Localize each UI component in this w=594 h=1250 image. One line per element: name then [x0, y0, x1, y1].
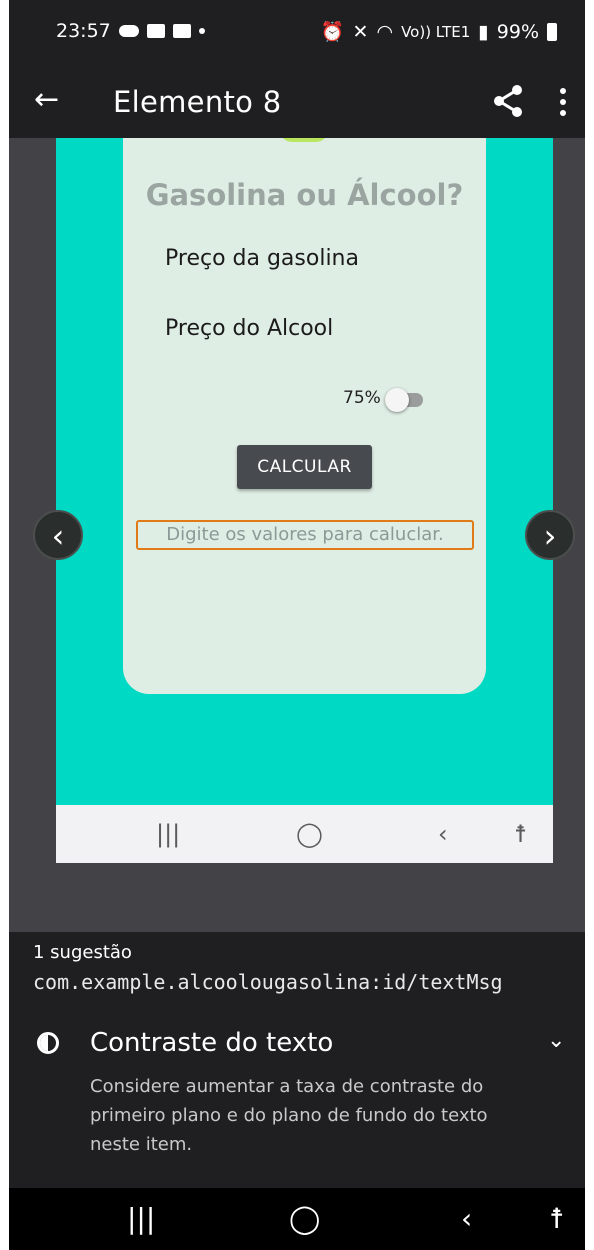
percent-label: 75%: [343, 388, 381, 408]
signal-icon: ▮: [478, 20, 489, 43]
chevron-left-icon[interactable]: ‹: [33, 510, 83, 560]
alarm-icon: ⏰: [320, 21, 345, 43]
percent-switch[interactable]: [385, 388, 425, 412]
resource-id: com.example.alcoolougasolina:id/textMsg: [33, 970, 503, 994]
gas-price-label: Preço da gasolina: [165, 246, 359, 271]
app-bar: ← Elemento 8: [9, 66, 585, 138]
youtube-icon: [172, 24, 191, 38]
highlighted-message[interactable]: Digite os valores para caluclar.: [136, 520, 474, 550]
back-icon: ‹: [438, 820, 448, 848]
share-icon[interactable]: [493, 84, 523, 118]
system-nav-bar: ||| ◯ ‹ ☨: [9, 1188, 585, 1250]
calculate-button[interactable]: CALCULAR: [237, 445, 372, 489]
chevron-down-icon[interactable]: ⌄: [547, 1028, 565, 1053]
status-bar: 23:57 ⏰ ✕ ◠ Vo)) LTE1 ▮ 99%: [9, 0, 585, 66]
home-icon: ◯: [296, 820, 323, 848]
wifi-icon: ◠: [376, 20, 394, 43]
app-card: Gasolina ou Álcool? Preço da gasolina Pr…: [123, 138, 486, 694]
cloud-icon: [118, 25, 139, 37]
recents-icon: |||: [156, 820, 181, 848]
mute-icon: ✕: [352, 20, 369, 43]
logo-fragment: [280, 138, 328, 142]
accessibility-icon[interactable]: ☨: [549, 1202, 564, 1236]
switch-thumb: [385, 388, 409, 412]
battery-percent: 99%: [496, 20, 539, 43]
issue-title[interactable]: Contraste do texto: [90, 1028, 333, 1058]
suggestions-panel: 1 sugestão com.example.alcoolougasolina:…: [9, 932, 585, 1188]
screenshot-viewer: Gasolina ou Álcool? Preço da gasolina Pr…: [9, 138, 585, 932]
back-icon[interactable]: ‹: [461, 1202, 472, 1236]
contrast-icon: [37, 1032, 59, 1054]
page-title: Elemento 8: [113, 85, 282, 119]
phone-screen: 23:57 ⏰ ✕ ◠ Vo)) LTE1 ▮ 99% ← Elemento 8: [9, 0, 585, 1250]
back-arrow-icon[interactable]: ←: [34, 80, 59, 120]
app-screenshot: Gasolina ou Álcool? Preço da gasolina Pr…: [56, 138, 553, 863]
status-left: 23:57: [56, 20, 205, 42]
recents-icon[interactable]: |||: [127, 1202, 155, 1236]
issue-description: Considere aumentar a taxa de contraste d…: [90, 1076, 488, 1155]
alcohol-price-label: Preço do Alcool: [165, 316, 334, 341]
network-label: Vo)) LTE1: [401, 22, 471, 41]
gallery-icon: [146, 24, 165, 38]
status-right: ⏰ ✕ ◠ Vo)) LTE1 ▮ 99%: [321, 20, 557, 43]
more-vert-icon[interactable]: [556, 84, 570, 120]
battery-icon: [547, 22, 557, 41]
suggestion-count: 1 sugestão: [33, 942, 132, 963]
home-icon[interactable]: ◯: [289, 1202, 320, 1236]
status-time: 23:57: [56, 20, 111, 42]
screenshot-nav-bar: ||| ◯ ‹ ☨: [56, 805, 553, 863]
accessibility-icon: ☨: [514, 820, 528, 848]
chevron-right-icon[interactable]: ›: [525, 510, 575, 560]
app-heading: Gasolina ou Álcool?: [145, 178, 464, 212]
notification-dot-icon: [198, 28, 205, 34]
